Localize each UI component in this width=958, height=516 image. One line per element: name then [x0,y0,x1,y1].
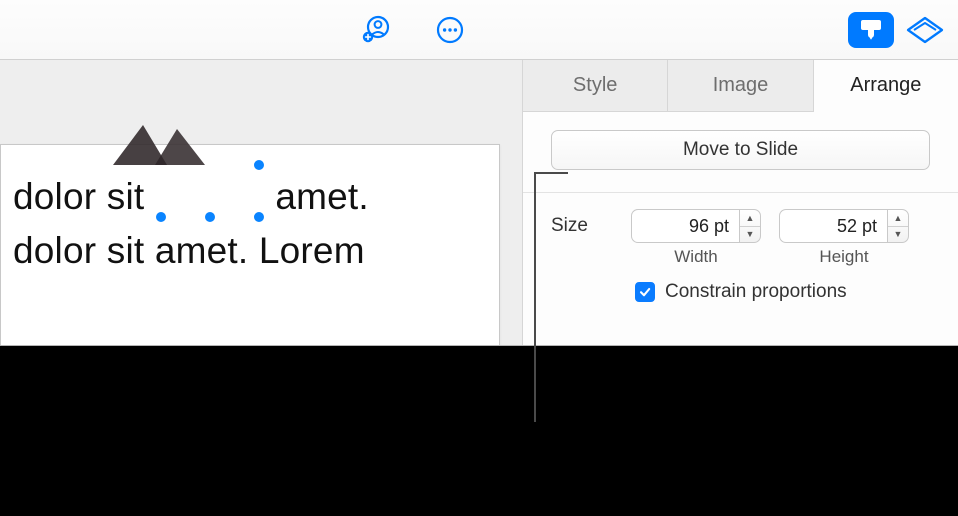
width-step-up[interactable]: ▲ [740,210,760,227]
more-icon [435,15,465,45]
slide-text[interactable]: dolor sit amet. dolor sit amet. Lorem [13,165,369,277]
collaborate-button[interactable] [358,10,398,50]
callout-line [534,172,536,422]
width-step-down[interactable]: ▼ [740,227,760,243]
tab-image[interactable]: Image [668,60,813,111]
slide[interactable]: dolor sit amet. dolor sit amet. Lorem [0,144,500,345]
move-to-slide-button[interactable]: Move to Slide [551,130,930,170]
format-brush-icon [857,17,885,43]
size-label: Size [551,209,603,237]
text-after: amet. [275,176,369,217]
collaborate-icon [361,15,395,45]
format-inspector-button[interactable] [848,12,894,48]
more-button[interactable] [430,10,470,50]
resize-handle-top-right[interactable] [253,159,265,171]
height-input[interactable] [779,209,887,243]
height-step-down[interactable]: ▼ [888,227,908,243]
inline-image[interactable] [161,165,259,217]
inspector-panel: Style Image Arrange Move to Slide Size ▲ [522,60,958,345]
text-before: dolor sit [13,176,144,217]
tab-arrange[interactable]: Arrange [814,60,958,112]
animate-diamond-icon [904,15,946,45]
height-step-up[interactable]: ▲ [888,210,908,227]
constrain-label: Constrain proportions [665,281,847,303]
height-label: Height [819,247,868,267]
text-line2: dolor sit amet. Lorem [13,230,365,271]
height-stepper: ▲ ▼ [779,209,909,243]
width-input[interactable] [631,209,739,243]
check-icon [638,285,652,299]
arrange-panel: Move to Slide Size ▲ ▼ [523,112,958,345]
constrain-checkbox[interactable] [635,282,655,302]
width-stepper: ▲ ▼ [631,209,761,243]
divider [523,192,958,193]
resize-handle-bottom-left[interactable] [155,211,167,223]
inspector-tabs: Style Image Arrange [523,60,958,112]
tab-style[interactable]: Style [523,60,668,111]
resize-handle-bottom-mid[interactable] [204,211,216,223]
animate-inspector-button[interactable] [904,10,946,50]
toolbar [0,0,958,60]
canvas-area[interactable]: dolor sit amet. dolor sit amet. Lorem [0,60,522,345]
width-label: Width [674,247,717,267]
resize-handle-bottom-right[interactable] [253,211,265,223]
